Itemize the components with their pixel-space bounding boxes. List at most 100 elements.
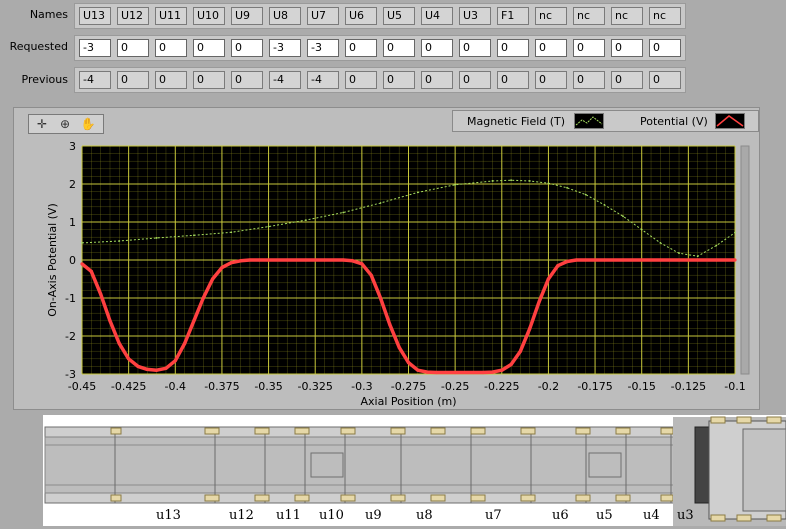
potential-point	[509, 362, 513, 367]
previous-cell: 0	[459, 71, 491, 89]
requested-cell[interactable]: -3	[79, 39, 111, 57]
potential-point	[472, 370, 476, 375]
requested-cell[interactable]: 0	[155, 39, 187, 57]
potential-point	[304, 258, 308, 262]
pan-icon[interactable]: ✋	[78, 115, 98, 133]
requested-cell[interactable]: -3	[269, 39, 301, 57]
legend-potential-swatch[interactable]	[715, 113, 745, 129]
electrode-label: u5	[596, 508, 613, 523]
electrode-label: u6	[552, 508, 569, 523]
potential-point	[434, 370, 439, 375]
potential-graph: -0.45 -0.425 -0.4 -0.375 -0.35 -0.325 -0.3 -0.2…	[13, 107, 760, 410]
requested-cell[interactable]: 0	[383, 39, 415, 57]
x-tick-label: -0.15	[627, 380, 655, 393]
requested-cell[interactable]: -3	[307, 39, 339, 57]
requested-cell[interactable]: 0	[611, 39, 643, 57]
previous-cell: 0	[649, 71, 681, 89]
x-axis-label: Axial Position (m)	[360, 395, 456, 408]
requested-cell[interactable]: 0	[117, 39, 149, 57]
field-point	[659, 242, 662, 244]
name-cell: U13	[79, 7, 111, 25]
potential-point	[369, 273, 373, 277]
field-point	[230, 231, 233, 234]
previous-cell: 0	[117, 71, 149, 89]
potential-point	[714, 258, 718, 262]
requested-cell[interactable]: 0	[535, 39, 567, 57]
requested-cell[interactable]: 0	[193, 39, 225, 57]
potential-point	[248, 258, 252, 262]
electrode-label: u7	[485, 508, 502, 523]
name-cell: U8	[269, 7, 301, 25]
plot-side-strip	[740, 145, 750, 375]
requested-cell[interactable]: 0	[459, 39, 491, 57]
name-cell: nc	[535, 7, 567, 25]
requested-cell[interactable]: 0	[421, 39, 453, 57]
potential-point	[733, 258, 737, 262]
potential-point	[621, 258, 625, 262]
potential-point	[500, 368, 504, 372]
requested-cell[interactable]: 0	[497, 39, 529, 57]
requested-cell[interactable]: 0	[231, 39, 263, 57]
potential-point	[127, 357, 131, 361]
potential-point	[201, 296, 205, 300]
name-cell: U11	[155, 7, 187, 25]
y-tick-label: 1	[69, 216, 76, 229]
field-point	[566, 186, 568, 189]
requested-cell[interactable]: 0	[345, 39, 377, 57]
plot-area[interactable]: -0.45 -0.425 -0.4 -0.375 -0.35 -0.325 -0.3 -0.2…	[14, 108, 761, 411]
electrode-label: u11	[276, 508, 301, 523]
y-tick-label: 3	[69, 140, 76, 153]
field-point	[342, 211, 345, 214]
field-point	[118, 240, 121, 242]
field-point	[155, 237, 158, 239]
potential-point	[350, 259, 355, 263]
name-cell: U4	[421, 7, 453, 25]
field-point	[510, 179, 513, 182]
requested-cell[interactable]: 0	[649, 39, 681, 57]
field-point	[193, 234, 195, 237]
legend-field-swatch[interactable]	[574, 113, 604, 129]
field-point	[603, 204, 606, 206]
field-point	[678, 252, 680, 255]
field-point	[528, 180, 531, 182]
previous-cell: 0	[611, 71, 643, 89]
y-axis-label: On-Axis Potential (V)	[46, 203, 59, 316]
x-tick-label: -0.375	[204, 380, 239, 393]
zoom-icon[interactable]: ⊕	[55, 115, 75, 133]
x-tick-label: -0.3	[351, 380, 372, 393]
legend-potential-label: Potential (V)	[640, 115, 708, 128]
potential-point	[602, 258, 607, 262]
cursor-icon[interactable]: ✛	[32, 115, 52, 133]
name-cell: nc	[649, 7, 681, 25]
potential-point	[80, 262, 84, 266]
x-tick-label: -0.1	[724, 380, 745, 393]
legend-field-label: Magnetic Field (T)	[467, 115, 566, 128]
requested-row-label: Requested	[9, 40, 68, 53]
potential-point	[406, 361, 411, 365]
graph-palette: ✛ ⊕ ✋	[28, 114, 104, 134]
x-tick-label: -0.2	[538, 380, 559, 393]
requested-cell[interactable]: 0	[573, 39, 605, 57]
potential-point	[584, 258, 588, 262]
name-cell: U3	[459, 7, 491, 25]
previous-cell: 0	[345, 71, 377, 89]
field-point	[640, 228, 643, 231]
y-tick-label: 0	[69, 254, 76, 267]
potential-point	[640, 258, 644, 262]
potential-point	[192, 319, 196, 323]
potential-point	[425, 370, 429, 374]
field-point	[584, 193, 587, 196]
potential-point	[164, 366, 168, 370]
electrode-label: u13	[156, 508, 181, 523]
name-cell: nc	[611, 7, 643, 25]
potential-point	[378, 296, 383, 300]
potential-point	[388, 323, 392, 327]
requested-array[interactable]: -3 0 0 0 0 -3 -3 0 0 0 0 0 0 0 0 0	[74, 35, 686, 61]
potential-point	[173, 359, 177, 363]
potential-point	[145, 367, 149, 372]
potential-point	[136, 364, 140, 368]
potential-point	[238, 259, 243, 263]
name-cell: nc	[573, 7, 605, 25]
electrode-label: u3	[677, 508, 694, 523]
potential-point	[108, 319, 112, 323]
